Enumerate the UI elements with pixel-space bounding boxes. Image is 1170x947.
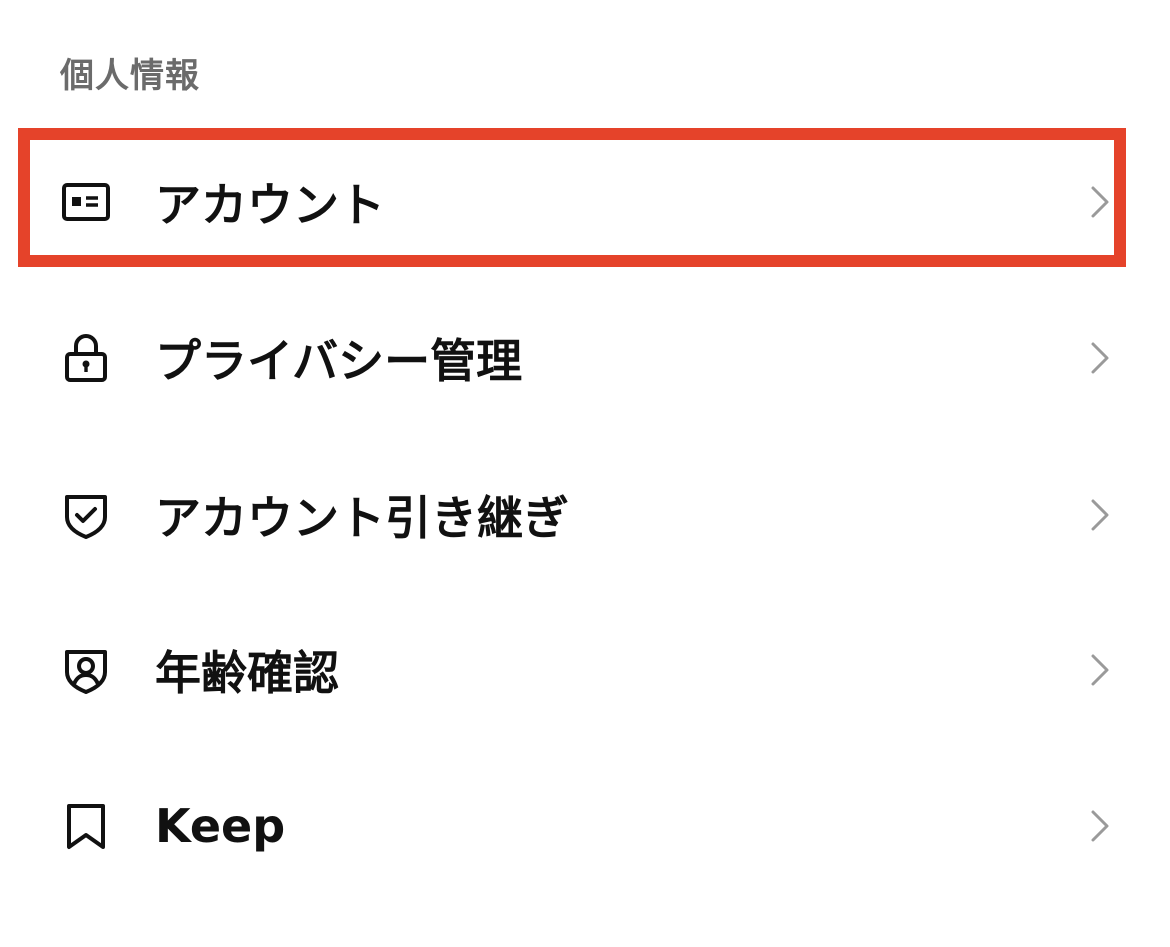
menu-item-privacy[interactable]: プライバシー管理 [0, 293, 1170, 423]
menu-item-account[interactable]: アカウント [0, 137, 1170, 267]
shield-user-icon [60, 644, 112, 696]
chevron-right-icon [1088, 652, 1112, 688]
menu-item-label: プライバシー管理 [155, 334, 523, 388]
menu-item-age-verification[interactable]: 年齢確認 [0, 605, 1170, 735]
chevron-right-icon [1088, 808, 1112, 844]
chevron-right-icon [1088, 340, 1112, 376]
chevron-right-icon [1088, 184, 1112, 220]
shield-check-icon [60, 489, 112, 541]
menu-item-label: アカウント [155, 178, 385, 232]
menu-item-label: アカウント引き継ぎ [155, 491, 569, 545]
id-card-icon [60, 176, 112, 228]
menu-item-label: 年齢確認 [155, 646, 339, 700]
chevron-right-icon [1088, 497, 1112, 533]
menu-item-keep[interactable]: Keep [0, 761, 1170, 891]
section-header: 個人情報 [60, 56, 200, 96]
menu-item-label: Keep [155, 799, 286, 853]
menu-item-account-transfer[interactable]: アカウント引き継ぎ [0, 450, 1170, 580]
lock-icon [60, 332, 112, 384]
bookmark-icon [60, 800, 112, 852]
